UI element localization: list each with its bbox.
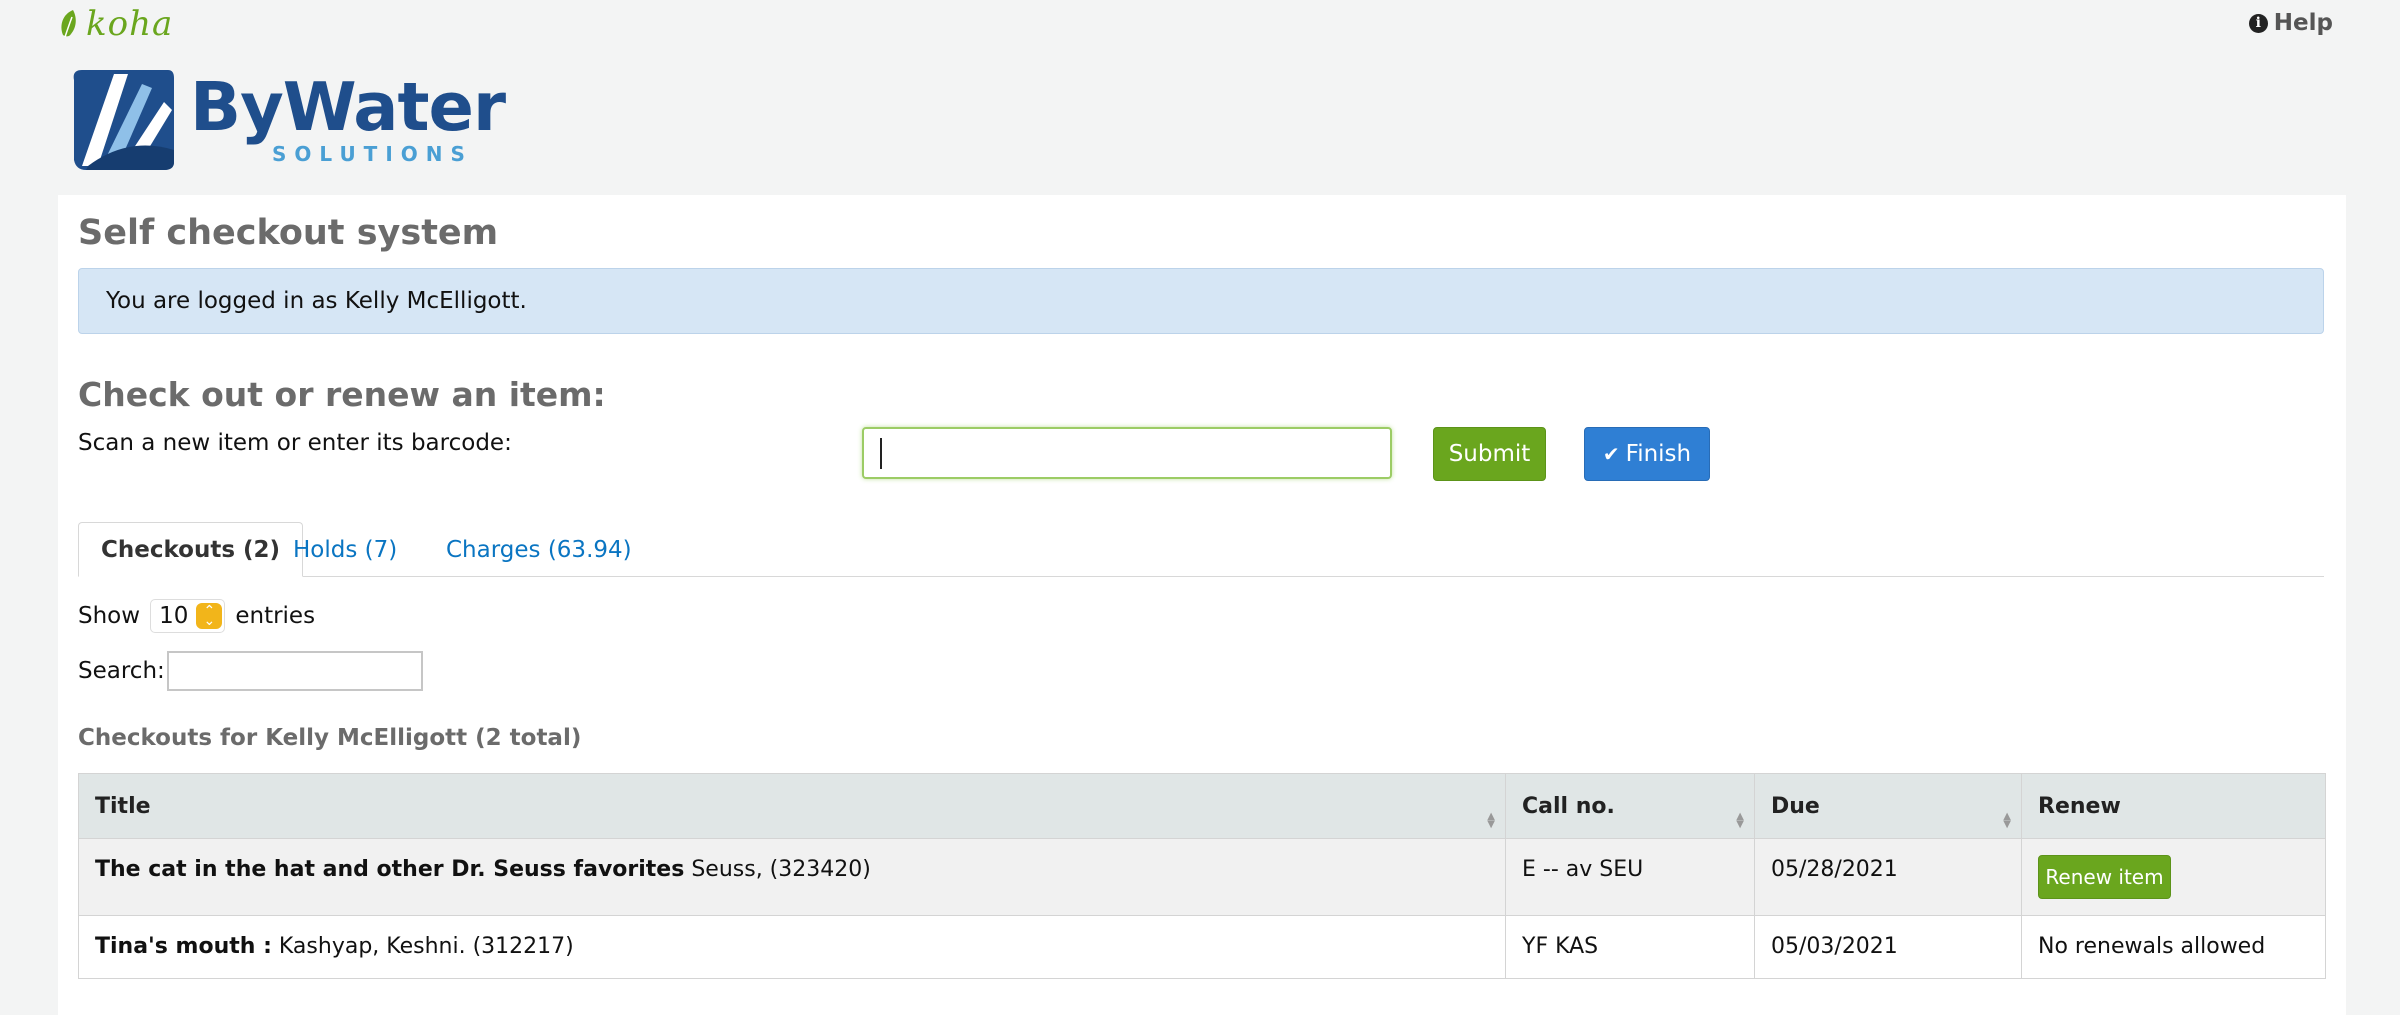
column-header-renew: Renew (2021, 773, 2326, 839)
finish-button[interactable]: ✔ Finish (1584, 427, 1710, 481)
tab-bar: Checkouts (2) Holds (7) Charges (63.94) (78, 522, 2324, 577)
renew-item-button[interactable]: Renew item (2038, 855, 2171, 899)
entries-label: entries (235, 603, 316, 629)
checkout-section-title: Check out or renew an item: (78, 375, 606, 414)
tab-charges[interactable]: Charges (63.94) (424, 522, 654, 577)
check-icon: ✔ (1602, 442, 1620, 466)
brand-name: ByWater (190, 68, 506, 146)
logged-in-message: You are logged in as Kelly McElligott. (106, 288, 527, 314)
column-header-due[interactable]: Due ▲ ▼ (1754, 773, 2022, 839)
table-search: Search: (78, 651, 423, 691)
entries-value: 10 (159, 603, 189, 629)
show-label: Show (78, 603, 141, 629)
select-arrows-icon: ⌃ ⌄ (196, 603, 223, 629)
page-title: Self checkout system (78, 213, 499, 253)
search-input[interactable] (166, 651, 423, 691)
sort-icon: ▲ ▼ (1736, 811, 1744, 830)
brand-text: ByWater SOLUTIONS (190, 66, 506, 174)
brand-subtitle: SOLUTIONS (272, 142, 473, 166)
cell-renew: Renew item (2021, 838, 2326, 916)
entries-length-control: Show 10 ⌃ ⌄ entries (78, 599, 315, 633)
item-author: Kashyap, Keshni. (312217) (278, 934, 574, 959)
bywater-mark-icon (73, 70, 174, 170)
checkouts-table: Title ▲ ▼ Call no. ▲ ▼ Due ▲ ▼ Renew The… (78, 773, 2326, 979)
tab-holds[interactable]: Holds (7) (271, 522, 419, 577)
koha-leaf-icon (61, 10, 76, 38)
main-panel: Self checkout system You are logged in a… (58, 195, 2346, 1015)
entries-select[interactable]: 10 ⌃ ⌄ (150, 599, 226, 633)
table-row: The cat in the hat and other Dr. Seuss f… (78, 838, 2326, 916)
cell-call-no: E -- av SEU (1505, 838, 1755, 916)
help-link[interactable]: i Help (2248, 10, 2333, 36)
search-label: Search: (78, 658, 165, 684)
help-label: Help (2273, 10, 2333, 36)
tab-checkouts[interactable]: Checkouts (2) (78, 522, 304, 577)
text-cursor (880, 438, 882, 469)
item-author: Seuss, (323420) (691, 857, 871, 882)
koha-logo[interactable]: koha (57, 4, 173, 44)
info-icon: i (2248, 13, 2268, 33)
bywater-logo: ByWater SOLUTIONS (68, 66, 506, 174)
barcode-input[interactable] (862, 427, 1392, 479)
sort-icon: ▲ ▼ (1487, 811, 1495, 830)
column-header-call-no[interactable]: Call no. ▲ ▼ (1505, 773, 1755, 839)
finish-label: Finish (1625, 441, 1692, 467)
checkouts-caption: Checkouts for Kelly McElligott (2 total) (78, 725, 582, 751)
cell-title: Tina's mouth : Kashyap, Keshni. (312217) (78, 915, 1506, 979)
cell-due: 05/03/2021 (1754, 915, 2022, 979)
submit-button[interactable]: Submit (1433, 427, 1546, 481)
koha-logo-text: koha (86, 4, 174, 44)
cell-due: 05/28/2021 (1754, 838, 2022, 916)
item-title: Tina's mouth : (95, 934, 272, 959)
cell-renew-status: No renewals allowed (2021, 915, 2326, 979)
cell-call-no: YF KAS (1505, 915, 1755, 979)
sort-icon: ▲ ▼ (2003, 811, 2011, 830)
column-header-title[interactable]: Title ▲ ▼ (78, 773, 1506, 839)
top-bar: koha i Help (0, 0, 2400, 50)
item-title: The cat in the hat and other Dr. Seuss f… (95, 857, 685, 882)
logged-in-alert: You are logged in as Kelly McElligott. (78, 268, 2324, 334)
barcode-label: Scan a new item or enter its barcode: (78, 430, 512, 456)
cell-title: The cat in the hat and other Dr. Seuss f… (78, 838, 1506, 916)
table-row: Tina's mouth : Kashyap, Keshni. (312217)… (78, 915, 2326, 979)
